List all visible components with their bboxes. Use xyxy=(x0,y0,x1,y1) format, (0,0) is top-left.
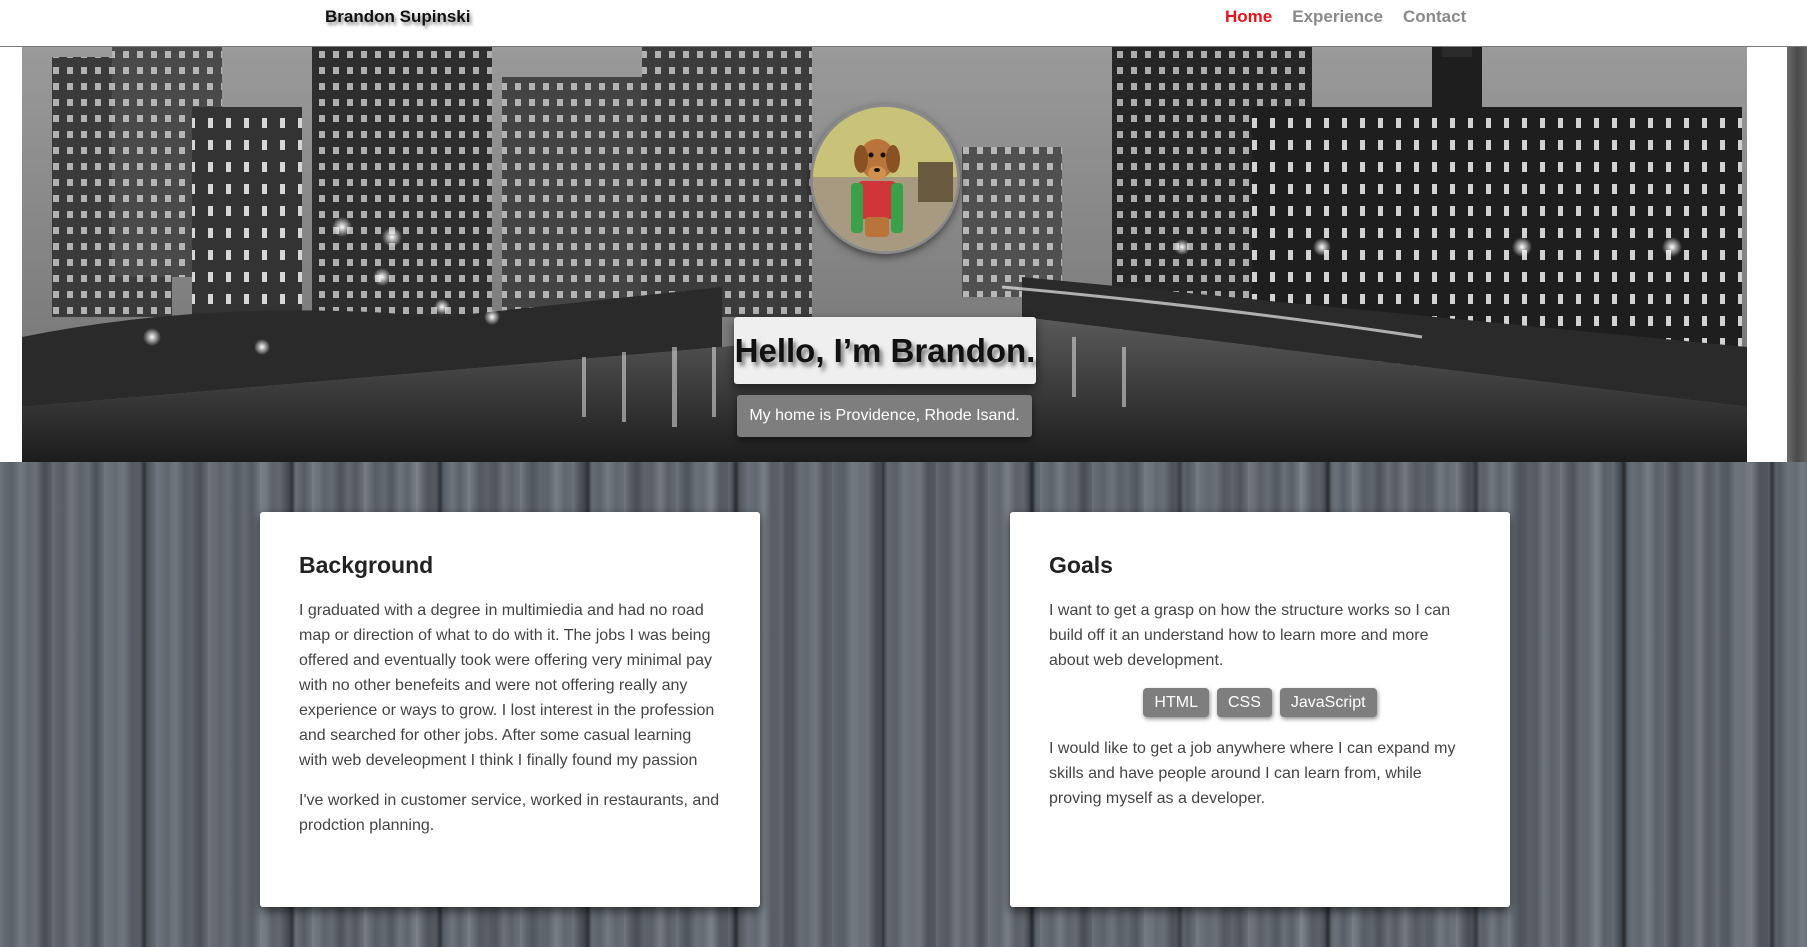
background-paragraph-2: I've worked in customer service, worked … xyxy=(299,792,720,834)
goals-paragraph-2: I would like to get a job anywhere where… xyxy=(1049,740,1456,807)
nav-links: Home Experience Contact xyxy=(1225,7,1486,27)
nav-link-experience[interactable]: Experience xyxy=(1292,7,1383,27)
tag-css: CSS xyxy=(1216,688,1272,717)
goals-heading: Goals xyxy=(1049,552,1113,578)
hero-title: Hello, I’m Brandon. xyxy=(734,317,1036,384)
nav-link-contact[interactable]: Contact xyxy=(1403,7,1466,27)
hero-section: Hello, I’m Brandon. My home is Providenc… xyxy=(0,47,1807,462)
goals-paragraph-1: I want to get a grasp on how the structu… xyxy=(1049,602,1451,669)
background-heading: Background xyxy=(299,552,434,578)
nav-link-home[interactable]: Home xyxy=(1225,7,1272,27)
brand-name[interactable]: Brandon Supinski xyxy=(325,7,470,27)
background-card: Background I graduated with a degree in … xyxy=(260,512,760,907)
hero-edge-strip xyxy=(1787,47,1807,462)
goals-card: Goals I want to get a grasp on how the s… xyxy=(1010,512,1510,907)
skill-tags: HTML CSS JavaScript xyxy=(1049,688,1471,717)
profile-avatar xyxy=(810,104,960,254)
background-paragraph-1: I graduated with a degree in multimiedia… xyxy=(299,602,715,769)
hero-subtitle: My home is Providence, Rhode Isand. xyxy=(737,395,1032,437)
tag-javascript: JavaScript xyxy=(1279,688,1377,717)
tag-html: HTML xyxy=(1143,688,1209,717)
top-navbar: Brandon Supinski Home Experience Contact xyxy=(0,0,1807,47)
